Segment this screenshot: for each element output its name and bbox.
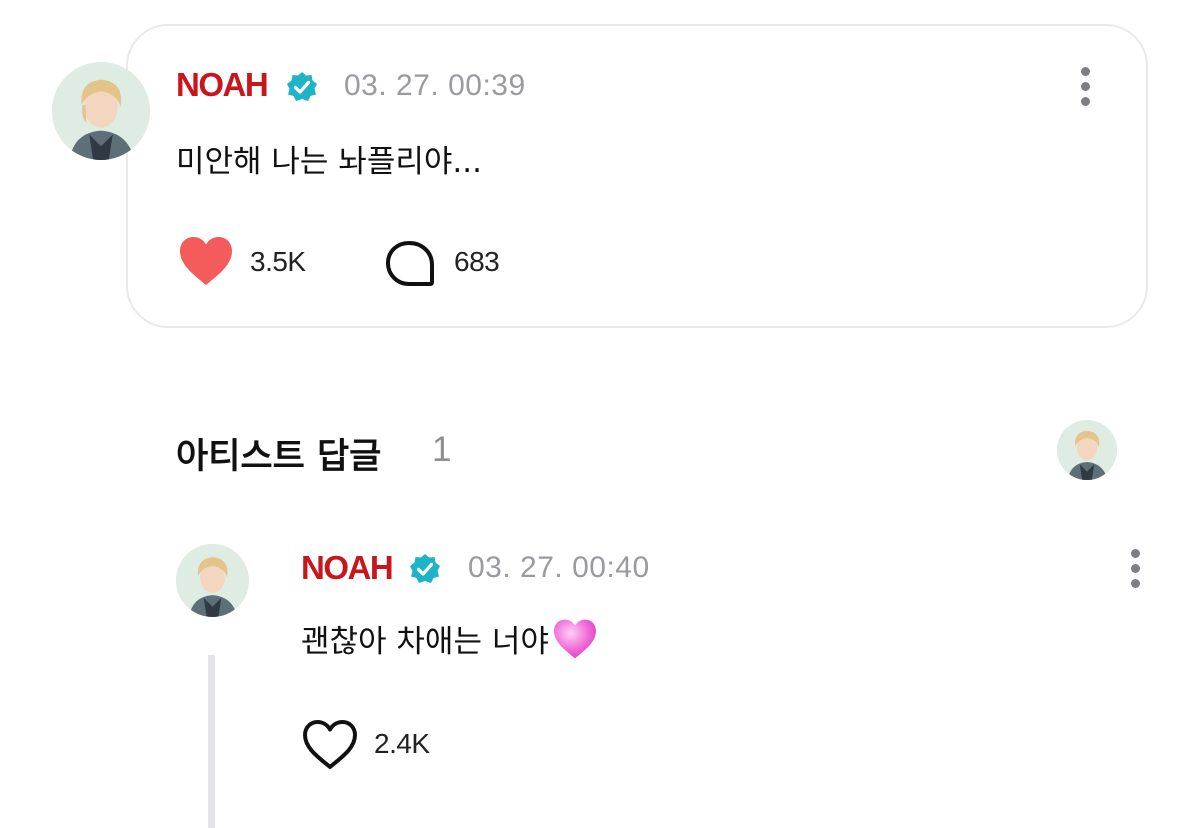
reply-author-avatar[interactable] (176, 544, 249, 617)
comment-count: 683 (454, 246, 500, 277)
reply-text: 괜찮아 차애는 너야 (301, 616, 599, 668)
verified-badge-icon (409, 553, 441, 585)
verified-badge-icon (286, 71, 318, 103)
reply-timestamp: 03. 27. 00:40 (468, 551, 650, 584)
heart-outline-icon[interactable] (301, 719, 359, 771)
more-vertical-icon[interactable] (1131, 549, 1141, 594)
post-author-avatar[interactable] (52, 62, 150, 160)
reply-thread-line (208, 655, 215, 828)
artist-replies-count: 1 (432, 430, 452, 469)
reply-text-content: 괜찮아 차애는 너야 (301, 624, 549, 660)
pink-heart-emoji-icon (551, 618, 599, 668)
reply-like-count: 2.4K (374, 728, 430, 759)
comment-bubble-icon[interactable] (384, 240, 436, 288)
like-count: 3.5K (250, 246, 306, 277)
post-author-name[interactable]: NOAH (176, 66, 269, 104)
artist-small-avatar[interactable] (1057, 420, 1117, 480)
reply-author-name[interactable]: NOAH (301, 549, 394, 587)
more-vertical-icon[interactable] (1081, 67, 1091, 112)
heart-filled-icon[interactable] (177, 235, 235, 287)
post-timestamp: 03. 27. 00:39 (344, 69, 526, 102)
post-text: 미안해 나는 놔플리야... (176, 144, 482, 180)
artist-replies-title: 아티스트 답글 (176, 437, 382, 477)
